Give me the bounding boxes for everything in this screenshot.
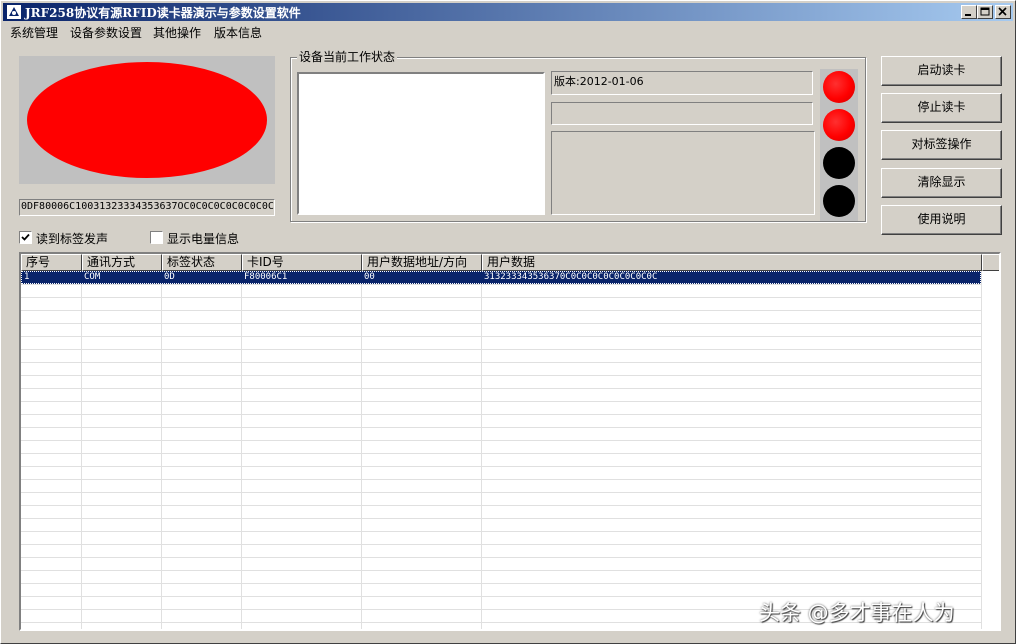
minimize-icon — [965, 14, 971, 16]
grid-line — [21, 401, 981, 402]
table-header: 序号 通讯方式 标签状态 卡ID号 用户数据地址/方向 用户数据 — [21, 254, 999, 271]
cell-tag-status: 0D — [164, 272, 175, 282]
grid-line — [981, 271, 982, 629]
app-window: JRF258协议有源RFID读卡器演示与参数设置软件 系统管理 设备参数设置 其… — [0, 0, 1016, 644]
minimize-button[interactable] — [961, 5, 977, 19]
col-header-comm[interactable]: 通讯方式 — [82, 254, 162, 271]
status-lights — [820, 69, 858, 221]
status-detail-area — [551, 131, 815, 215]
stop-read-button[interactable]: 停止读卡 — [881, 93, 1002, 123]
menu-version[interactable]: 版本信息 — [214, 24, 262, 41]
status-field — [551, 102, 813, 125]
grid-line — [21, 310, 981, 311]
grid-line — [21, 531, 981, 532]
grid-line — [21, 297, 981, 298]
col-header-tag-status[interactable]: 标签状态 — [162, 254, 242, 271]
title-bar[interactable]: JRF258协议有源RFID读卡器演示与参数设置软件 — [3, 3, 1013, 21]
grid-line — [21, 466, 981, 467]
col-header-data-addr[interactable]: 用户数据地址/方向 — [362, 254, 482, 271]
status-log-area[interactable] — [297, 72, 545, 215]
tag-operation-button[interactable]: 对标签操作 — [881, 130, 1002, 160]
cell-comm: COM — [84, 272, 101, 282]
grid-line — [81, 271, 82, 629]
checkbox-box[interactable] — [19, 231, 32, 244]
grid-line — [481, 271, 482, 629]
light-black-2 — [823, 185, 855, 217]
watermark-text: 头条 @多才事在人为 — [759, 601, 955, 625]
hex-data-field[interactable]: 0DF80006C10031323334353637OC0C0C0C0C0C0C… — [19, 199, 275, 216]
table-body: 1 COM 0D F80006C1 00 313233343536370C0C0… — [21, 271, 999, 629]
grid-line — [361, 271, 362, 629]
menu-device-params[interactable]: 设备参数设置 — [70, 24, 142, 41]
grid-line — [21, 336, 981, 337]
light-black-1 — [823, 147, 855, 179]
col-header-filler — [982, 254, 999, 271]
col-header-index[interactable]: 序号 — [21, 254, 82, 271]
cell-data-addr: 00 — [364, 272, 375, 282]
grid-line — [21, 557, 981, 558]
grid-line — [21, 505, 981, 506]
cell-user-data: 313233343536370C0C0C0C0C0C0C0C0C — [484, 272, 658, 282]
clear-display-button[interactable]: 清除显示 — [881, 168, 1002, 198]
grid-line — [21, 583, 981, 584]
close-button[interactable] — [995, 5, 1011, 19]
col-header-user-data[interactable]: 用户数据 — [482, 254, 982, 271]
grid-line — [21, 518, 981, 519]
start-read-button[interactable]: 启动读卡 — [881, 56, 1002, 86]
grid-line — [21, 479, 981, 480]
red-indicator-ellipse — [27, 62, 267, 178]
window-title: JRF258协议有源RFID读卡器演示与参数设置软件 — [25, 6, 301, 20]
tag-list-table[interactable]: 序号 通讯方式 标签状态 卡ID号 用户数据地址/方向 用户数据 1 COM 0… — [19, 252, 1001, 631]
maximize-button[interactable] — [977, 5, 993, 19]
grid-line — [21, 375, 981, 376]
usage-help-button[interactable]: 使用说明 — [881, 205, 1002, 235]
grid-line — [161, 271, 162, 629]
close-icon — [998, 7, 1007, 16]
grid-line — [21, 323, 981, 324]
version-field: 版本:2012-01-06 — [551, 71, 813, 95]
grid-line — [21, 284, 981, 285]
grid-line — [21, 388, 981, 389]
menu-other-ops[interactable]: 其他操作 — [153, 24, 201, 41]
col-header-card-id[interactable]: 卡ID号 — [242, 254, 362, 271]
grid-line — [21, 544, 981, 545]
grid-line — [21, 492, 981, 493]
maximize-icon — [980, 7, 990, 16]
light-red-2 — [823, 109, 855, 141]
light-red-1 — [823, 71, 855, 103]
cell-index: 1 — [24, 272, 30, 282]
grid-line — [21, 570, 981, 571]
table-row[interactable]: 1 COM 0D F80006C1 00 313233343536370C0C0… — [21, 271, 981, 284]
status-group-label: 设备当前工作状态 — [297, 48, 398, 65]
checkbox-box[interactable] — [150, 231, 163, 244]
grid-line — [21, 440, 981, 441]
battery-checkbox-label: 显示电量信息 — [167, 232, 240, 246]
grid-line — [241, 271, 242, 629]
grid-line — [21, 362, 981, 363]
grid-line — [21, 349, 981, 350]
grid-line — [21, 427, 981, 428]
beep-checkbox-label: 读到标签发声 — [36, 232, 109, 246]
app-icon — [6, 4, 22, 20]
menu-system[interactable]: 系统管理 — [10, 24, 58, 41]
menu-bar: 系统管理 设备参数设置 其他操作 版本信息 — [3, 22, 1013, 41]
cell-card-id: F80006C1 — [244, 272, 288, 282]
grid-line — [21, 414, 981, 415]
checkmark-icon — [21, 233, 30, 241]
indicator-panel — [19, 56, 275, 184]
grid-line — [21, 453, 981, 454]
